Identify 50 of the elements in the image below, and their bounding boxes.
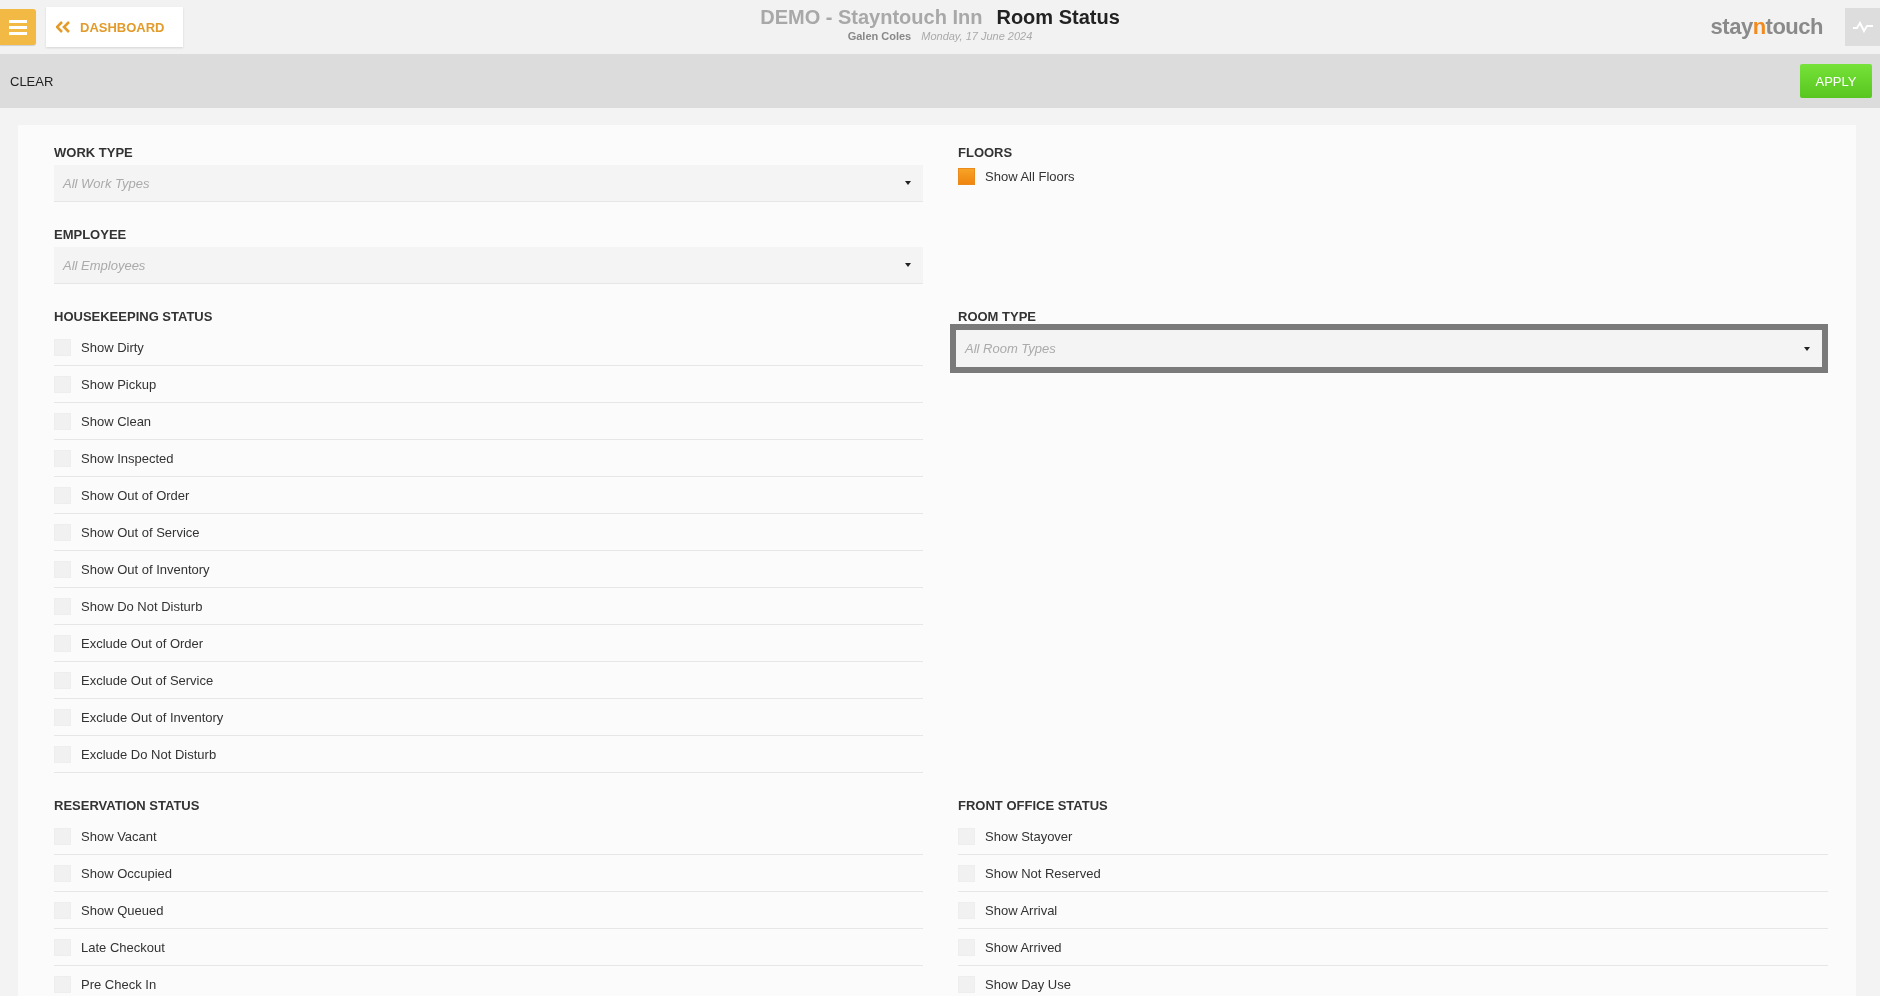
- checkbox-label: Pre Check In: [81, 976, 157, 992]
- checkbox-label: Show Out of Order: [81, 487, 190, 503]
- checkbox-label: Exclude Do Not Disturb: [81, 746, 217, 762]
- checkbox[interactable]: [958, 167, 975, 185]
- menu-button[interactable]: [0, 9, 36, 45]
- user-name: Galen Coles: [847, 30, 912, 42]
- section-title: HOUSEKEEPING STATUS: [54, 309, 214, 324]
- clear-button[interactable]: CLEAR: [0, 69, 64, 93]
- checkbox-label: Show Arrival: [985, 902, 1058, 918]
- page-title: Room Status: [996, 6, 1120, 29]
- menu-icon: [9, 19, 27, 35]
- field-label: EMPLOYEE: [54, 227, 128, 242]
- caret-icon: [905, 181, 911, 185]
- checkbox-label: Show All Floors: [985, 168, 1075, 184]
- section-title: FRONT OFFICE STATUS: [958, 798, 1109, 813]
- checkbox-label: Show Out of Service: [81, 524, 200, 540]
- checkbox-label: Show Queued: [81, 902, 164, 918]
- apply-button[interactable]: APPLY: [1800, 64, 1872, 98]
- dropdown-field[interactable]: All Work Types: [54, 165, 923, 202]
- section-title: FLOORS: [958, 145, 1014, 160]
- dropdown-field[interactable]: All Employees: [54, 247, 923, 284]
- checkbox-label: Show Day Use: [985, 976, 1071, 992]
- dropdown-field[interactable]: All Room Types: [950, 324, 1828, 373]
- checkbox-label: Show Not Reserved: [985, 865, 1101, 881]
- caret-icon: [905, 263, 911, 267]
- checkbox-label: Exclude Out of Inventory: [81, 709, 224, 725]
- checkbox-label: Show Occupied: [81, 865, 173, 881]
- checkbox-label: Late Checkout: [81, 939, 165, 955]
- dashboard-button[interactable]: DASHBOARD: [46, 7, 183, 47]
- checkbox-label: Show Stayover: [985, 828, 1073, 844]
- checkbox-label: Show Inspected: [81, 450, 174, 466]
- checkbox-label: Show Vacant: [81, 828, 157, 844]
- hotel-name: DEMO - Stayntouch Inn: [760, 6, 983, 29]
- checkbox-label: Show Dirty: [81, 339, 144, 355]
- double-chevron-icon: [56, 21, 70, 33]
- checkbox-label: Show Out of Inventory: [81, 561, 210, 577]
- current-date: Monday, 17 June 2024: [921, 30, 1033, 42]
- checkbox-label: Show Do Not Disturb: [81, 598, 203, 614]
- checkbox-label: Exclude Out of Order: [81, 635, 204, 651]
- field-label: WORK TYPE: [54, 145, 134, 160]
- checkbox-label: Exclude Out of Service: [81, 672, 214, 688]
- checkbox-label: Show Arrived: [985, 939, 1062, 955]
- brand-logo: stayntouch: [1710, 14, 1823, 40]
- field-label: ROOM TYPE: [958, 309, 1037, 324]
- activity-button[interactable]: [1845, 8, 1880, 46]
- section-title: RESERVATION STATUS: [54, 798, 201, 813]
- checkbox-label: Show Clean: [81, 413, 152, 429]
- checkbox-label: Show Pickup: [81, 376, 157, 392]
- caret-icon: [1804, 346, 1810, 351]
- pulse-icon: [1851, 21, 1874, 33]
